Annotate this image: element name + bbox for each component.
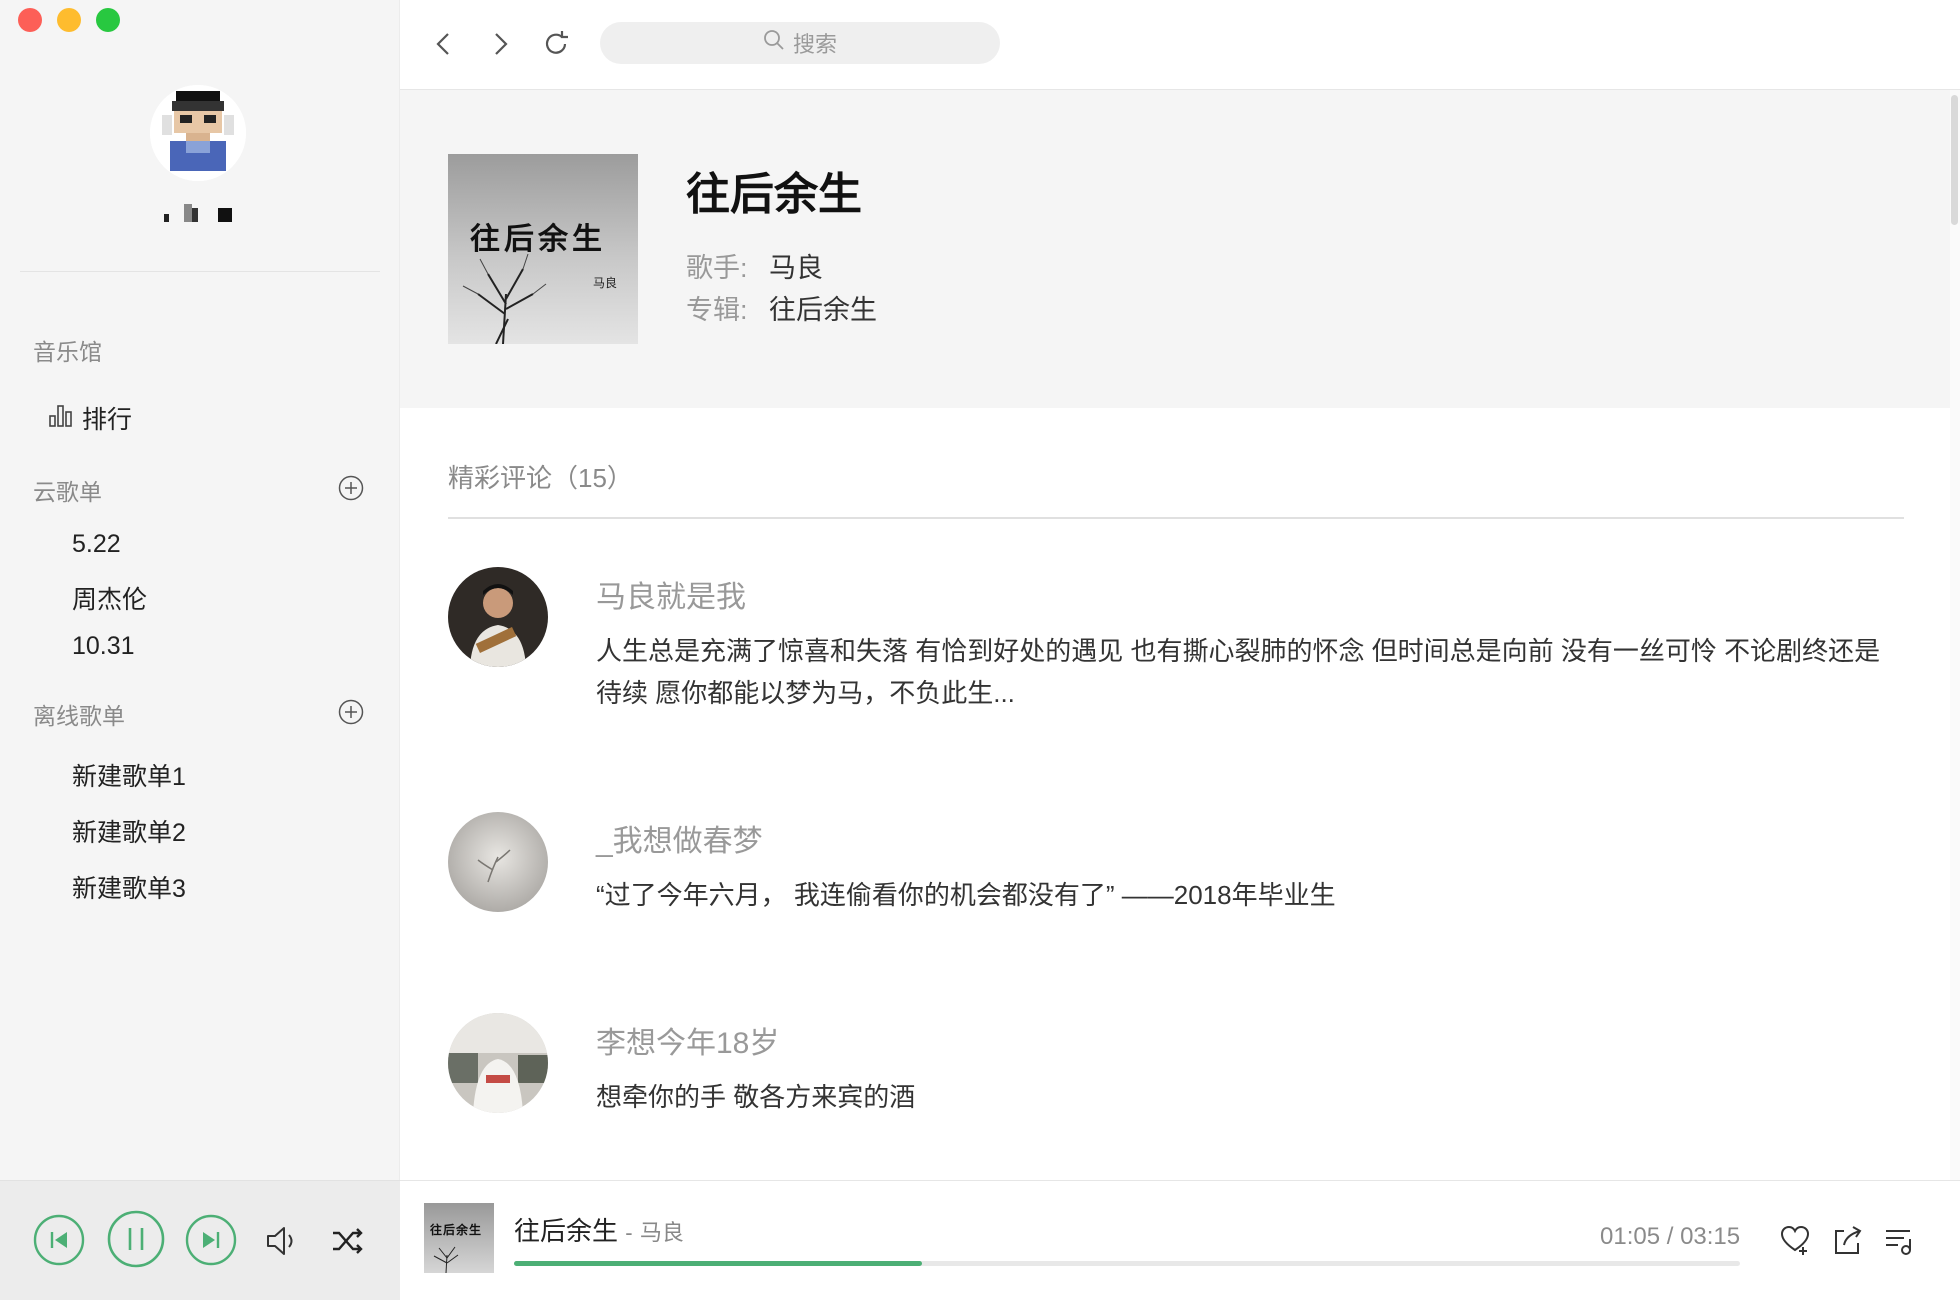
- album-name[interactable]: 往后余生: [769, 295, 877, 325]
- comment-text: “过了今年六月， 我连偷看你的机会都没有了” ——2018年毕业生: [596, 880, 1336, 910]
- playlist-item[interactable]: 新建歌单2: [72, 813, 186, 849]
- album-cover: 往后余生 马良: [448, 154, 638, 344]
- artist-label: 歌手:: [686, 253, 748, 283]
- user-avatar[interactable]: [150, 85, 246, 181]
- cover-title: 往后余生: [470, 222, 606, 257]
- search-placeholder: 搜索: [792, 32, 837, 57]
- add-offline-playlist-button[interactable]: [338, 699, 364, 725]
- artist-row: 歌手: 马良: [686, 246, 823, 285]
- search-input[interactable]: 搜索: [600, 22, 1000, 64]
- playlist-item[interactable]: 5.22: [72, 530, 121, 559]
- now-playing-cover[interactable]: 往后余生: [424, 1203, 494, 1273]
- playback-controls: [0, 1180, 400, 1300]
- pause-button[interactable]: [106, 1209, 166, 1274]
- scrollbar-thumb[interactable]: [1951, 95, 1958, 225]
- comments-divider: [448, 517, 1904, 519]
- comment-username[interactable]: 李想今年18岁: [596, 1018, 779, 1062]
- now-playing-cover-title: 往后余生: [430, 1223, 483, 1237]
- sidebar-divider: [20, 271, 380, 272]
- refresh-button[interactable]: [540, 28, 572, 60]
- add-cloud-playlist-button[interactable]: [338, 475, 364, 501]
- comment-username[interactable]: 马良就是我: [596, 572, 746, 616]
- forward-button[interactable]: [484, 28, 516, 60]
- comments-title: 精彩评论（15）: [448, 463, 633, 493]
- back-button[interactable]: [428, 28, 460, 60]
- offline-playlists-title: 离线歌单: [33, 703, 125, 729]
- minimize-window-button[interactable]: [57, 8, 81, 32]
- shuffle-icon[interactable]: [330, 1223, 366, 1264]
- progress-bar[interactable]: [514, 1261, 1740, 1266]
- playlist-item[interactable]: 10.31: [72, 632, 135, 661]
- top-bar: 搜索: [400, 0, 1960, 90]
- sidebar-item-ranking[interactable]: 排行: [48, 400, 132, 436]
- scrollbar-track[interactable]: [1950, 90, 1960, 1180]
- comment-icon[interactable]: [1778, 1223, 1812, 1257]
- user-name: [160, 200, 240, 224]
- maximize-window-button[interactable]: [96, 8, 120, 32]
- now-playing-separator: -: [625, 1220, 633, 1245]
- now-playing-bar: 往后余生 往后余生 - 马良 01:05 / 03:15: [400, 1180, 1960, 1300]
- album-label: 专辑:: [686, 295, 748, 325]
- song-header: 往后余生 马良 往后余生 歌手: 马良 专辑: 往后余生: [400, 90, 1950, 408]
- share-icon[interactable]: [1830, 1223, 1864, 1257]
- progress-fill: [514, 1261, 923, 1266]
- music-hall-title: 音乐馆: [33, 339, 102, 365]
- comment-text: 人生总是充满了惊喜和失落 有恰到好处的遇见 也有撕心裂肺的怀念 但时间总是向前 …: [596, 636, 1881, 708]
- playback-time: 01:05 / 03:15: [1600, 1223, 1741, 1250]
- song-title: 往后余生: [686, 170, 862, 219]
- artist-name[interactable]: 马良: [769, 253, 823, 283]
- comment-username[interactable]: _我想做春梦: [596, 816, 763, 860]
- comment-avatar[interactable]: [448, 1013, 548, 1113]
- close-window-button[interactable]: [18, 8, 42, 32]
- chart-bar-icon: [48, 402, 74, 435]
- comment-text: 想牵你的手 敬各方来宾的酒: [596, 1082, 916, 1112]
- comment-avatar[interactable]: [448, 812, 548, 912]
- now-playing-title: 往后余生: [514, 1216, 619, 1246]
- comment-avatar[interactable]: [448, 567, 548, 667]
- previous-track-button[interactable]: [33, 1214, 85, 1271]
- search-icon: [763, 29, 785, 57]
- now-playing-artist[interactable]: 马良: [640, 1220, 684, 1245]
- now-playing-info: 往后余生 - 马良: [514, 1211, 684, 1248]
- next-track-button[interactable]: [185, 1214, 237, 1271]
- cover-signature: 马良: [593, 276, 618, 290]
- album-row: 专辑: 往后余生: [686, 288, 877, 327]
- window-controls: [18, 8, 120, 32]
- sidebar-item-label: 排行: [82, 406, 133, 434]
- sidebar: 音乐馆 排行 云歌单 5.22 周杰伦 10.31 离线歌单 新建歌单1 新建歌…: [0, 0, 400, 1300]
- playlist-item[interactable]: 周杰伦: [72, 580, 147, 616]
- playlist-item[interactable]: 新建歌单3: [72, 869, 186, 905]
- cloud-playlists-title: 云歌单: [33, 479, 102, 505]
- playlist-item[interactable]: 新建歌单1: [72, 757, 186, 793]
- playlist-queue-icon[interactable]: [1882, 1223, 1916, 1257]
- volume-icon[interactable]: [264, 1223, 300, 1264]
